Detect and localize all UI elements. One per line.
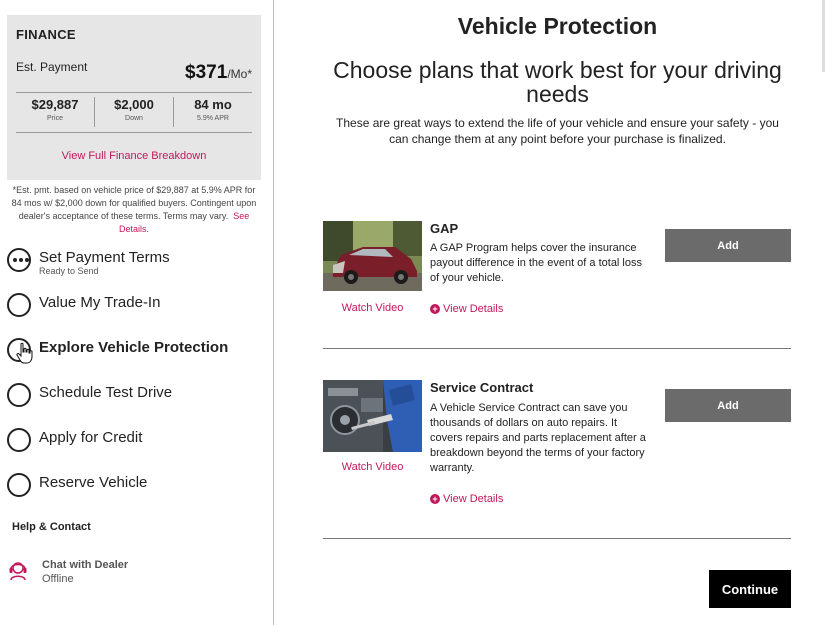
stat-price: $29,887 Price (16, 97, 95, 127)
help-contact-heading: Help & Contact (12, 521, 91, 533)
finance-card: FINANCE Est. Payment $371/Mo* $29,887 Pr… (7, 15, 261, 180)
step-circle-icon (7, 473, 31, 497)
step-label: Explore Vehicle Protection (39, 339, 229, 356)
divider (323, 348, 791, 349)
plus-circle-icon: + (430, 304, 440, 314)
damaged-car-image (323, 221, 422, 291)
mechanic-image (323, 380, 422, 452)
finance-stats: $29,887 Price $2,000 Down 84 mo 5.9% APR (16, 97, 252, 127)
add-service-contract-button[interactable]: Add (665, 389, 791, 422)
page-description: These are great ways to extend the life … (336, 116, 779, 146)
headset-icon (9, 562, 27, 581)
view-details-label: View Details (443, 493, 504, 505)
step-schedule-test-drive[interactable]: Schedule Test Drive (7, 381, 269, 426)
watch-video-link[interactable]: Watch Video (323, 461, 422, 473)
chat-status: Offline (42, 573, 74, 585)
continue-button[interactable]: Continue (709, 570, 791, 608)
in-progress-icon (7, 248, 31, 272)
page-title: Vehicle Protection (457, 13, 658, 39)
view-details-label: View Details (443, 303, 504, 315)
step-value-trade-in[interactable]: Value My Trade-In (7, 291, 269, 336)
divider (16, 132, 252, 133)
est-payment-label: Est. Payment (16, 60, 88, 74)
est-period: /Mo* (227, 67, 252, 81)
view-details-link[interactable]: + View Details (430, 493, 503, 505)
step-circle-icon (7, 428, 31, 452)
step-set-payment-terms[interactable]: Set Payment Terms Ready to Send (7, 246, 269, 291)
step-explore-vehicle-protection[interactable]: Explore Vehicle Protection (7, 336, 269, 381)
stat-value: 84 mo (194, 97, 232, 112)
step-label: Set Payment Terms (39, 249, 170, 266)
view-details-link[interactable]: + View Details (430, 303, 503, 315)
stat-label: Down (125, 115, 143, 122)
step-sublabel: Ready to Send (39, 266, 99, 276)
plan-service-contract: Watch Video Service Contract A Vehicle S… (323, 380, 791, 539)
step-label: Apply for Credit (39, 429, 143, 446)
divider (16, 92, 252, 93)
divider (323, 538, 791, 539)
watch-video-link[interactable]: Watch Video (323, 302, 422, 314)
add-gap-button[interactable]: Add (665, 229, 791, 262)
finance-title: FINANCE (16, 27, 76, 42)
stat-term: 84 mo 5.9% APR (174, 97, 252, 127)
plus-circle-icon: + (430, 494, 440, 504)
finance-disclaimer: *Est. pmt. based on vehicle price of $29… (9, 184, 259, 236)
page-subtitle: Choose plans that work best for your dri… (333, 57, 782, 107)
step-label: Value My Trade-In (39, 294, 161, 311)
step-label: Reserve Vehicle (39, 474, 148, 491)
stat-label: Price (47, 115, 63, 122)
plan-description: A GAP Program helps cover the insurance … (430, 242, 642, 284)
stat-label: 5.9% APR (197, 115, 229, 122)
disclaimer-text: *Est. pmt. based on vehicle price of $29… (11, 185, 257, 221)
stat-value: $29,887 (31, 97, 79, 112)
plan-title: GAP (430, 221, 459, 236)
main-content: Vehicle Protection Choose plans that wor… (275, 0, 825, 625)
est-amount: $371 (185, 62, 228, 83)
sidebar: FINANCE Est. Payment $371/Mo* $29,887 Pr… (0, 0, 274, 625)
plan-description: A Vehicle Service Contract can save you … (430, 402, 646, 474)
plan-gap: Watch Video GAP A GAP Program helps cove… (323, 221, 791, 349)
step-circle-icon (7, 293, 31, 317)
chat-with-dealer[interactable]: Chat with Dealer Offline (8, 558, 208, 590)
hand-cursor-icon (16, 342, 33, 364)
chat-label: Chat with Dealer (42, 559, 129, 571)
stat-value: $2,000 (114, 97, 154, 112)
step-apply-for-credit[interactable]: Apply for Credit (7, 426, 269, 471)
step-label: Schedule Test Drive (39, 384, 173, 401)
finance-breakdown-link[interactable]: View Full Finance Breakdown (7, 150, 261, 162)
steps-list: Set Payment Terms Ready to Send Value My… (7, 246, 269, 516)
plan-title: Service Contract (430, 380, 534, 395)
step-reserve-vehicle[interactable]: Reserve Vehicle (7, 471, 269, 516)
stat-down: $2,000 Down (95, 97, 174, 127)
step-circle-icon (7, 383, 31, 407)
est-payment-amount: $371/Mo* (185, 62, 252, 84)
